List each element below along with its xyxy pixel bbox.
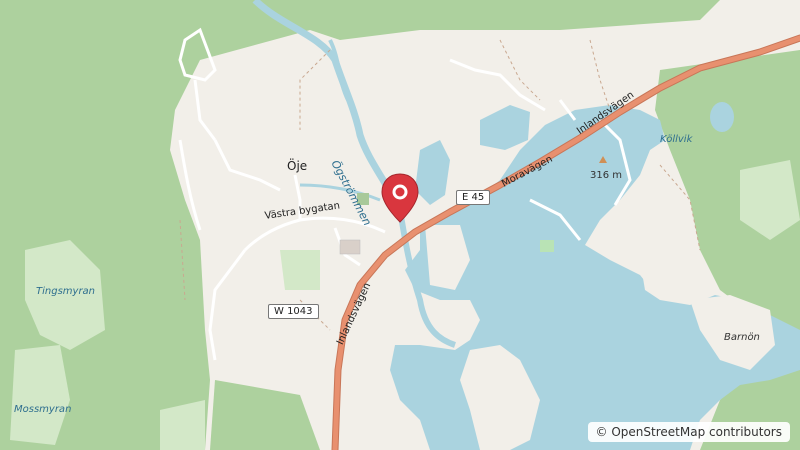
place-label-kollvik: Köllvik	[660, 134, 693, 145]
map-canvas[interactable]: Öje Köllvik Barnön Tingsmyran Mossmyran …	[0, 0, 800, 450]
place-label-barnon: Barnön	[724, 332, 760, 343]
place-label-oje: Öje	[287, 159, 308, 173]
road-shield-w1043: W 1043	[268, 304, 319, 319]
peak-elevation-label: 316 m	[590, 170, 623, 181]
place-label-tingsmyran: Tingsmyran	[36, 286, 96, 297]
road-shield-e45: E 45	[456, 190, 491, 205]
map-attribution[interactable]: © OpenStreetMap contributors	[587, 422, 790, 442]
map-pin-icon[interactable]	[378, 172, 422, 228]
place-label-mossmyran: Mossmyran	[14, 404, 72, 415]
